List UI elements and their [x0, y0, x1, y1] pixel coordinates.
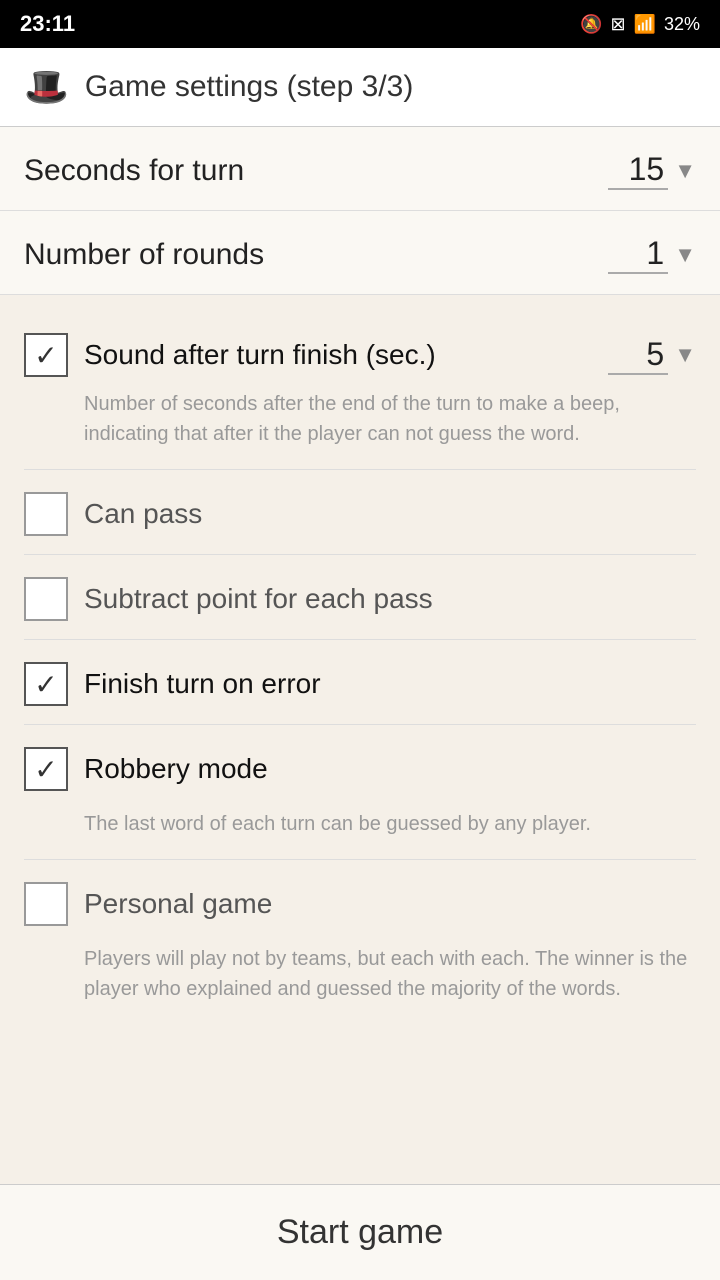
number-of-rounds-value: 1 — [608, 235, 668, 274]
can-pass-row[interactable]: Can pass — [24, 474, 696, 550]
can-pass-label: Can pass — [84, 498, 202, 530]
sound-after-turn-arrow: ▼ — [674, 342, 696, 368]
seconds-for-turn-label: Seconds for turn — [24, 154, 244, 188]
sound-after-turn-value-container[interactable]: 5 ▼ — [608, 336, 696, 375]
sound-after-turn-description: Number of seconds after the end of the t… — [24, 385, 696, 465]
sound-after-turn-checkmark: ✓ — [34, 339, 57, 372]
robbery-mode-label: Robbery mode — [84, 753, 268, 785]
number-of-rounds-arrow: ▼ — [674, 242, 696, 268]
personal-game-label: Personal game — [84, 888, 272, 920]
sound-after-turn-checkbox[interactable]: ✓ — [24, 333, 68, 377]
personal-game-checkbox[interactable] — [24, 882, 68, 926]
number-of-rounds-row[interactable]: Number of rounds 1 ▼ — [0, 211, 720, 295]
subtract-point-row[interactable]: Subtract point for each pass — [24, 559, 696, 635]
seconds-for-turn-arrow: ▼ — [674, 158, 696, 184]
settings-content: Seconds for turn 15 ▼ Number of rounds 1… — [0, 127, 720, 1184]
start-game-button[interactable]: Start game — [24, 1213, 696, 1252]
divider-3 — [24, 639, 696, 640]
status-bar: 23:11 🔕 ⊠ 📶 32% — [0, 0, 720, 48]
robbery-mode-row[interactable]: ✓ Robbery mode — [24, 729, 696, 805]
robbery-mode-checkbox[interactable]: ✓ — [24, 747, 68, 791]
divider-1 — [24, 469, 696, 470]
personal-game-row[interactable]: Personal game — [24, 864, 696, 940]
number-of-rounds-value-container[interactable]: 1 ▼ — [608, 235, 696, 274]
battery-text: 32% — [664, 14, 700, 35]
page-header: 🎩 Game settings (step 3/3) — [0, 48, 720, 127]
notification-icon: 🔕 — [580, 14, 602, 35]
hat-icon: 🎩 — [24, 66, 69, 108]
can-pass-checkbox[interactable] — [24, 492, 68, 536]
divider-5 — [24, 859, 696, 860]
finish-turn-on-error-checkbox[interactable]: ✓ — [24, 662, 68, 706]
finish-turn-on-error-label: Finish turn on error — [84, 668, 321, 700]
subtract-point-checkbox[interactable] — [24, 577, 68, 621]
robbery-mode-checkmark: ✓ — [34, 753, 57, 786]
seconds-for-turn-row[interactable]: Seconds for turn 15 ▼ — [0, 127, 720, 211]
seconds-for-turn-value: 15 — [608, 151, 668, 190]
status-time: 23:11 — [20, 11, 75, 37]
finish-turn-on-error-row[interactable]: ✓ Finish turn on error — [24, 644, 696, 720]
status-icons: 🔕 ⊠ 📶 32% — [580, 14, 700, 35]
footer: Start game — [0, 1184, 720, 1280]
finish-turn-on-error-checkmark: ✓ — [34, 668, 57, 701]
number-of-rounds-label: Number of rounds — [24, 238, 264, 272]
subtract-point-label: Subtract point for each pass — [84, 583, 433, 615]
sound-after-turn-row[interactable]: ✓ Sound after turn finish (sec.) 5 ▼ — [24, 315, 696, 385]
wifi-icon: 📶 — [634, 14, 656, 35]
robbery-mode-description: The last word of each turn can be guesse… — [24, 805, 696, 855]
divider-4 — [24, 724, 696, 725]
personal-game-description: Players will play not by teams, but each… — [24, 940, 696, 1020]
sound-after-turn-label: Sound after turn finish (sec.) — [84, 339, 592, 371]
seconds-for-turn-value-container[interactable]: 15 ▼ — [608, 151, 696, 190]
divider-2 — [24, 554, 696, 555]
sound-after-turn-value: 5 — [608, 336, 668, 375]
page-title: Game settings (step 3/3) — [85, 70, 413, 104]
sim-icon: ⊠ — [610, 14, 625, 35]
checkbox-section: ✓ Sound after turn finish (sec.) 5 ▼ Num… — [0, 295, 720, 1020]
